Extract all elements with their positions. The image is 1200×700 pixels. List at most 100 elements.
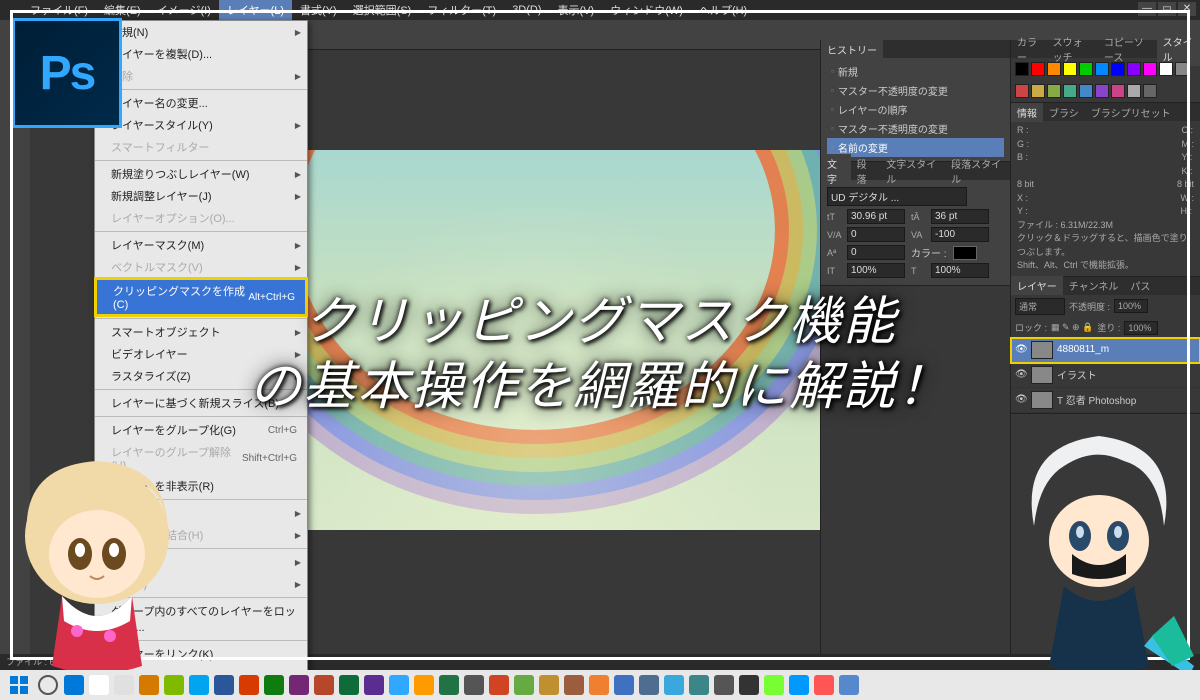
menu-item[interactable]: レイヤーに基づく新規スライス(B): [95, 392, 307, 414]
menu-layer[interactable]: レイヤー(L): [219, 0, 292, 20]
menu-item-clipping-mask[interactable]: クリッピングマスクを作成(C)Alt+Ctrl+G: [97, 280, 305, 314]
minimize-button[interactable]: —: [1138, 2, 1156, 16]
panel-tab[interactable]: 文字スタイル: [880, 154, 945, 188]
cortana-icon[interactable]: [38, 675, 58, 695]
taskbar-app-icon[interactable]: [89, 675, 109, 695]
history-item[interactable]: レイヤーの順序: [827, 100, 1004, 119]
menu-item[interactable]: スマートオブジェクト: [95, 321, 307, 343]
menu-item[interactable]: レイヤースタイル(Y): [95, 114, 307, 136]
menu-filter[interactable]: フィルター(T): [419, 0, 504, 20]
taskbar-app-icon[interactable]: [514, 675, 534, 695]
baseline-field[interactable]: 0: [847, 245, 905, 260]
taskbar-app-icon[interactable]: [289, 675, 309, 695]
close-button[interactable]: ✕: [1178, 2, 1196, 16]
panel-tab[interactable]: 段落: [851, 154, 881, 188]
visibility-icon[interactable]: 👁: [1015, 369, 1027, 380]
text-color-swatch[interactable]: [953, 246, 977, 260]
menu-item[interactable]: 新規調整レイヤー(J): [95, 185, 307, 207]
visibility-icon[interactable]: 👁: [1015, 394, 1027, 405]
swatch[interactable]: [1015, 84, 1029, 98]
panel-tab[interactable]: スタイル: [1157, 32, 1200, 66]
panel-tab[interactable]: レイヤー: [1011, 276, 1063, 295]
menu-item[interactable]: ビデオレイヤー: [95, 343, 307, 365]
swatch[interactable]: [1079, 84, 1093, 98]
taskbar-app-icon[interactable]: [464, 675, 484, 695]
taskbar-app-icon[interactable]: [314, 675, 334, 695]
taskbar-app-icon[interactable]: [764, 675, 784, 695]
menu-item[interactable]: レイヤー名の変更...: [95, 92, 307, 114]
menu-select[interactable]: 選択範囲(S): [345, 0, 420, 20]
panel-tab[interactable]: 文字: [821, 154, 851, 188]
swatch[interactable]: [1159, 62, 1173, 76]
panel-tab[interactable]: コピーソース: [1098, 32, 1157, 66]
panel-tab[interactable]: 段落スタイル: [945, 154, 1010, 188]
opacity-field[interactable]: 100%: [1114, 299, 1148, 313]
taskbar-app-icon[interactable]: [439, 675, 459, 695]
swatch[interactable]: [1031, 84, 1045, 98]
taskbar-app-icon[interactable]: [264, 675, 284, 695]
swatch[interactable]: [1063, 84, 1077, 98]
menu-item[interactable]: レイヤーマスク(M): [95, 234, 307, 256]
swatch[interactable]: [1095, 62, 1109, 76]
swatch[interactable]: [1175, 62, 1189, 76]
blend-mode-field[interactable]: 通常: [1015, 298, 1065, 315]
taskbar-app-icon[interactable]: [789, 675, 809, 695]
kerning-field[interactable]: -100: [931, 227, 989, 242]
history-item[interactable]: 新規: [827, 62, 1004, 81]
swatch[interactable]: [1031, 62, 1045, 76]
swatch[interactable]: [1047, 84, 1061, 98]
menu-help[interactable]: ヘルプ(H): [691, 0, 755, 20]
font-family-field[interactable]: UD デジタル ...: [827, 187, 967, 206]
history-item[interactable]: マスター不透明度の変更: [827, 81, 1004, 100]
menu-3d[interactable]: 3D(D): [504, 2, 549, 18]
taskbar-app-icon[interactable]: [689, 675, 709, 695]
va-field[interactable]: 0: [847, 227, 905, 242]
history-item[interactable]: マスター不透明度の変更: [827, 119, 1004, 138]
taskbar-app-icon[interactable]: [139, 675, 159, 695]
swatch[interactable]: [1047, 62, 1061, 76]
taskbar-app-icon[interactable]: [64, 675, 84, 695]
swatch[interactable]: [1063, 62, 1077, 76]
taskbar-app-icon[interactable]: [564, 675, 584, 695]
layer-row[interactable]: 👁T 忍者 Photoshop: [1011, 388, 1200, 413]
menu-view[interactable]: 表示(V): [550, 0, 603, 20]
taskbar-app-icon[interactable]: [364, 675, 384, 695]
taskbar-app-icon[interactable]: [739, 675, 759, 695]
swatch[interactable]: [1143, 62, 1157, 76]
hscale-field[interactable]: 100%: [931, 263, 989, 278]
taskbar-app-icon[interactable]: [489, 675, 509, 695]
taskbar-app-icon[interactable]: [589, 675, 609, 695]
swatch[interactable]: [1079, 62, 1093, 76]
swatch[interactable]: [1127, 84, 1141, 98]
menu-window[interactable]: ウィンドウ(W): [602, 0, 691, 20]
swatch[interactable]: [1111, 62, 1125, 76]
font-size-field[interactable]: 30.96 pt: [847, 209, 905, 224]
taskbar-app-icon[interactable]: [389, 675, 409, 695]
taskbar-app-icon[interactable]: [189, 675, 209, 695]
history-tab[interactable]: ヒストリー: [821, 40, 883, 59]
fill-field[interactable]: 100%: [1124, 321, 1158, 335]
menu-image[interactable]: イメージ(I): [149, 0, 219, 20]
menu-item[interactable]: レイヤーを複製(D)...: [95, 43, 307, 65]
layer-row[interactable]: 👁イラスト: [1011, 363, 1200, 388]
vscale-field[interactable]: 100%: [847, 263, 905, 278]
panel-tab[interactable]: チャンネル: [1063, 276, 1125, 295]
taskbar-app-icon[interactable]: [664, 675, 684, 695]
swatch[interactable]: [1127, 62, 1141, 76]
taskbar-app-icon[interactable]: [339, 675, 359, 695]
taskbar-app-icon[interactable]: [214, 675, 234, 695]
menu-item[interactable]: ラスタライズ(Z): [95, 365, 307, 387]
panel-tab[interactable]: ブラシプリセット: [1085, 103, 1177, 122]
swatch[interactable]: [1111, 84, 1125, 98]
visibility-icon[interactable]: 👁: [1015, 344, 1027, 355]
menu-item[interactable]: 新規塗りつぶしレイヤー(W): [95, 163, 307, 185]
panel-tab[interactable]: スウォッチ: [1047, 32, 1098, 66]
taskbar-app-icon[interactable]: [714, 675, 734, 695]
menu-file[interactable]: ファイル(F): [22, 0, 96, 20]
taskbar-app-icon[interactable]: [814, 675, 834, 695]
menu-item[interactable]: 新規(N): [95, 21, 307, 43]
swatch[interactable]: [1015, 62, 1029, 76]
taskbar-app-icon[interactable]: [114, 675, 134, 695]
start-button[interactable]: [6, 674, 32, 696]
lock-icons[interactable]: ▦ ✎ ⊕ 🔒: [1051, 322, 1093, 333]
